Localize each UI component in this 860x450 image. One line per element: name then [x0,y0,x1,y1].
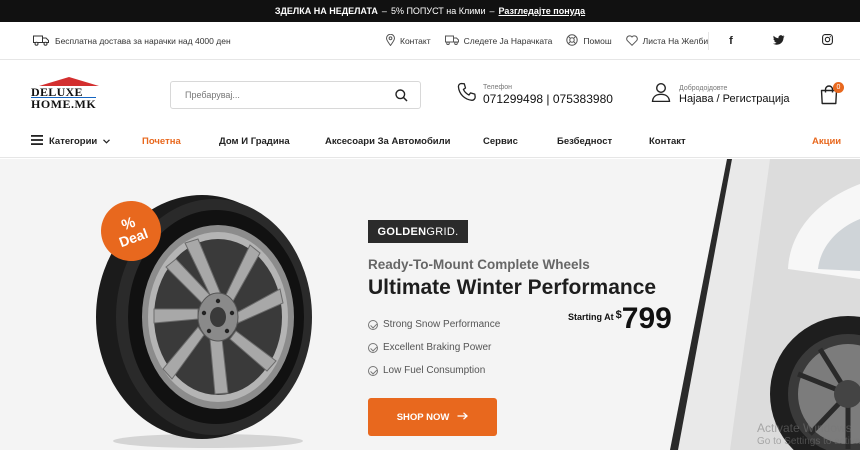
account-text: Добродојдовте Најава / Регистрација [679,85,790,105]
facebook-icon[interactable]: f [725,35,737,47]
utility-link-contact[interactable]: Контакт [385,33,431,48]
watermark-line-1: Activate Windows [757,421,852,435]
hamburger-icon [31,134,43,148]
free-shipping-notice: Бесплатна достава за нарачки над 4000 де… [33,22,231,60]
nav-item-security[interactable]: Безбедност [557,124,612,158]
promo-link[interactable]: Разгледајте понуда [499,6,586,16]
instagram-icon[interactable] [821,34,833,48]
phone-numbers: 071299498 | 075383980 [483,91,613,106]
shipping-text: Бесплатна достава за нарачки над 4000 де… [55,36,231,46]
hero-subtitle: Ready-To-Mount Complete Wheels [368,257,590,272]
promo-dash: – [381,6,387,16]
shop-now-label: SHOP NOW [396,411,450,423]
user-icon [651,82,671,107]
price-amount: 799 [621,302,672,335]
brand-logo-box: GOLDEN GRID. [368,220,468,243]
phone-block[interactable]: Телефон 071299498 | 075383980 [457,82,613,107]
shopping-bag-icon [820,85,838,109]
utility-divider [708,32,709,50]
utility-link-label: Следете Ја Нарачката [463,36,553,46]
twitter-icon[interactable] [773,34,785,48]
deal-word: Deal [116,225,151,251]
brand-name-light: GRID. [426,225,459,238]
site-header: DELUXE HOME.MK Телефон 071299498 | 07538… [0,60,860,124]
brand-name-bold: GOLDEN [377,225,427,238]
nav-item-contact[interactable]: Контакт [649,124,686,158]
promo-bar: ЗДЕЛКА НА НЕДЕЛАТА – 5% ПОПУСТ на Клими … [0,0,860,22]
feature-label: Excellent Braking Power [383,342,492,353]
promo-text: 5% ПОПУСТ на Клими [390,6,486,16]
search-icon[interactable] [395,89,408,107]
price-block: Starting At $ 799 [568,303,672,335]
check-circle-icon [368,342,378,353]
feature-label: Strong Snow Performance [383,319,501,330]
hero-title: Ultimate Winter Performance [368,276,657,299]
car-image [670,159,860,450]
promo-prefix: ЗДЕЛКА НА НЕДЕЛАТА [274,6,378,16]
utility-link-help[interactable]: Помош [566,34,612,48]
social-links: f [725,22,833,60]
utility-links: Контакт Следете Ја Нарачката Помош Листа… [385,22,709,60]
phone-icon [457,82,477,107]
phone-text: Телефон 071299498 | 075383980 [483,84,613,106]
utility-link-track-order[interactable]: Следете Ја Нарачката [444,35,553,47]
account-label: Добродојдовте [679,84,728,92]
feature-list: Strong Snow Performance Excellent Brakin… [368,313,500,382]
nav-item-car-accessories[interactable]: Аксесоари За Автомобили [325,124,451,158]
main-nav: Категории Почетна Дом И Градина Аксесоар… [0,124,860,158]
categories-menu-button[interactable]: Категории [31,124,111,158]
feature-label: Low Fuel Consumption [383,365,486,376]
utility-link-label: Контакт [400,36,431,46]
help-icon [566,34,579,48]
location-pin-icon [385,33,396,48]
utility-bar: Бесплатна достава за нарачки над 4000 де… [0,22,860,60]
hero-banner: % Deal GOLDEN GRID. Ready-To-Mount Comple… [0,159,860,450]
nav-item-home[interactable]: Почетна [142,124,181,158]
shop-now-button[interactable]: SHOP NOW [368,398,497,436]
feature-item: Excellent Braking Power [368,336,500,359]
heart-icon [625,34,638,48]
feature-item: Low Fuel Consumption [368,359,500,382]
windows-activation-watermark: Activate Windows Go to Settings to activ… [757,421,860,449]
nav-item-home-garden[interactable]: Дом И Градина [219,124,290,158]
search-input[interactable] [171,90,386,100]
account-block[interactable]: Добродојдовте Најава / Регистрација [651,82,790,107]
nav-item-deals[interactable]: Акции [812,124,841,158]
utility-link-label: Помош [583,36,612,46]
arrow-right-icon [457,411,469,423]
starting-at-label: Starting At [568,312,614,322]
cart-button[interactable]: 0 [820,82,844,109]
chevron-down-icon [103,136,111,147]
utility-link-wishlist[interactable]: Листа На Желби [625,34,709,48]
utility-link-label: Листа На Желби [642,36,709,46]
cart-count-badge: 0 [833,82,844,93]
delivery-truck-icon [444,35,459,47]
logo-line-2: HOME.MK [31,97,97,111]
watermark-line-2: Go to Settings to activate [757,436,860,447]
login-register-link[interactable]: Најава / Регистрација [679,93,790,105]
promo-dash: – [489,6,495,16]
delivery-truck-icon [33,35,49,48]
search-box [170,81,421,109]
phone-label: Телефон [483,83,513,91]
feature-item: Strong Snow Performance [368,313,500,336]
site-logo[interactable]: DELUXE HOME.MK [31,77,117,111]
check-circle-icon [368,319,378,330]
check-circle-icon [368,365,378,376]
nav-item-service[interactable]: Сервис [483,124,518,158]
categories-label: Категории [49,135,98,147]
